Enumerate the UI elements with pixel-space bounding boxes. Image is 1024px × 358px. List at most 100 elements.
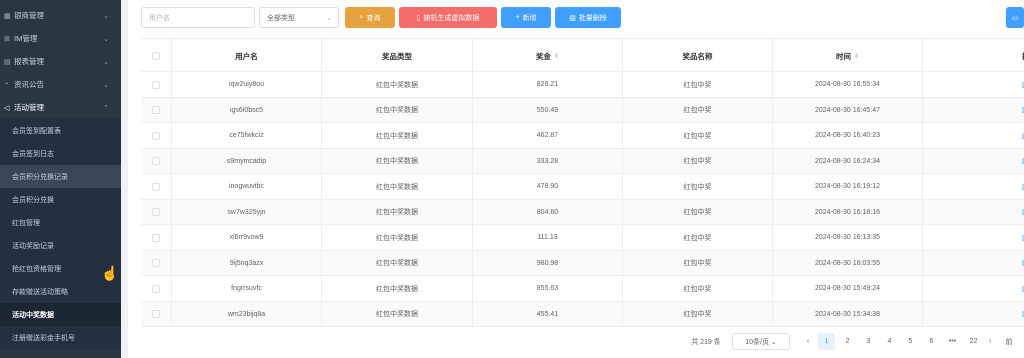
- page-number: •••: [948, 338, 957, 345]
- sort-icon[interactable]: ⇕: [854, 53, 859, 60]
- page-button[interactable]: 3: [860, 333, 877, 350]
- row-checkbox[interactable]: [152, 284, 160, 293]
- sidebar-subitem-redpacket[interactable]: 红包管理: [0, 211, 121, 234]
- amount-cell: 980.98: [473, 250, 623, 276]
- table-row: s9mymcadip 红包中奖数据 333.28 红包中奖 2024-08-30 16:…: [141, 148, 1024, 174]
- column-amount[interactable]: 奖金 ⇕: [473, 39, 623, 73]
- page-button[interactable]: 6: [923, 333, 940, 350]
- prev-page-button[interactable]: ‹: [802, 333, 814, 350]
- select-all-checkbox[interactable]: [152, 52, 160, 60]
- table-row: ce75fwkciz 红包中奖数据 462.87 红包中奖 2024-08-30 16:…: [141, 123, 1024, 149]
- row-checkbox-cell: [141, 148, 172, 174]
- prize-name-cell: 红包中奖: [623, 97, 773, 123]
- sidebar-subitem-signin-log[interactable]: 会员签到日志: [0, 142, 121, 165]
- prize-name-text: 红包中奖: [683, 209, 712, 216]
- actions-cell: ▥✎: [923, 149, 1024, 174]
- prize-name-text: 红包中奖: [683, 158, 712, 165]
- random-data-button[interactable]: ▯ 随机生成虚拟数据: [399, 7, 497, 28]
- amount-text: 828.21: [536, 81, 559, 88]
- time-cell: 2024-08-30 16:03:55: [773, 250, 923, 276]
- page-number: 5: [908, 338, 913, 345]
- actions-cell: ▥✎: [923, 123, 1024, 148]
- username-text: fngrrsuvfc: [231, 285, 262, 292]
- table-row: sw7w325yjn 红包中奖数据 804.60 红包中奖 2024-08-30 16:…: [141, 199, 1024, 225]
- row-checkbox-cell: [141, 276, 172, 301]
- row-checkbox[interactable]: [152, 233, 160, 242]
- prize-name-text: 红包中奖: [683, 107, 712, 114]
- prize-name-text: 红包中奖: [683, 311, 712, 318]
- page-button[interactable]: 1: [818, 333, 835, 350]
- row-checkbox[interactable]: [152, 208, 160, 216]
- prize-type-text: 红包中奖数据: [376, 158, 418, 165]
- row-checkbox[interactable]: [152, 80, 160, 89]
- sidebar: ▦ 银商管理 ⌄ ⊞ IM管理 ⌄ ▤ 报表管理 ⌄ ◔ 资讯公告 ⌄ ◁ 活动…: [0, 0, 121, 358]
- actions-cell: ▥✎: [923, 200, 1024, 225]
- page-size-select[interactable]: 10条/页 ⌄: [732, 333, 790, 350]
- sidebar-item-news[interactable]: ◔ 资讯公告 ⌄: [0, 73, 121, 96]
- page-size-value: 10条/页: [745, 338, 769, 346]
- sidebar-subitem-label: 红包管理: [12, 219, 40, 227]
- row-checkbox[interactable]: [152, 310, 160, 318]
- column-time[interactable]: 时间 ⇕: [773, 39, 923, 73]
- prize-type-text: 红包中奖数据: [376, 260, 418, 267]
- sidebar-subitem-label: 活动奖励记录: [12, 242, 54, 250]
- prize-name-cell: 红包中奖: [623, 250, 773, 276]
- row-checkbox-cell: [141, 174, 172, 199]
- sidebar-subitem-register-bonus-phone[interactable]: 注册赠送彩金手机号: [0, 326, 121, 349]
- row-checkbox[interactable]: [152, 259, 160, 267]
- prize-type-cell: 红包中奖数据: [322, 72, 473, 97]
- row-checkbox-cell: [141, 250, 172, 276]
- chevron-down-icon: ⌄: [103, 35, 109, 43]
- sort-icon[interactable]: ⇕: [554, 53, 559, 60]
- sidebar-subitem-points-exchange[interactable]: 会员积分兑换: [0, 188, 121, 211]
- page-ellipsis[interactable]: •••: [944, 333, 961, 350]
- time-cell: 2024-08-30 15:49:24: [773, 276, 923, 301]
- time-cell: 2024-08-30 16:40:23: [773, 123, 923, 148]
- username-text: 9ij5nq3azx: [229, 259, 264, 267]
- table-header: 用户名 奖品类型 奖金⇕ 奖品名称 时间⇕ 操作: [141, 38, 1024, 73]
- sidebar-subitem-deposit-strategy[interactable]: 存款赠送活动策略: [0, 280, 121, 303]
- amount-text: 550.49: [536, 106, 559, 114]
- column-label: 用户名: [235, 51, 258, 61]
- prize-name-cell: 红包中奖: [623, 148, 773, 174]
- row-checkbox[interactable]: [152, 157, 160, 165]
- table-row: igs6i0bsc5 红包中奖数据 550.49 红包中奖 2024-08-30 16:…: [141, 97, 1024, 123]
- username-text: xl6rr9vow9: [229, 234, 264, 241]
- add-button[interactable]: + 新增: [501, 7, 551, 28]
- add-label: 新增: [522, 14, 537, 22]
- prize-name-cell: 红包中奖: [623, 301, 773, 327]
- amount-cell: 455.41: [473, 301, 623, 327]
- sidebar-subitem-reward-record[interactable]: 活动奖励记录: [0, 234, 121, 257]
- bell-icon: ◔: [4, 81, 9, 88]
- batch-delete-button[interactable]: ▥ 批量删除: [555, 7, 621, 28]
- page-button[interactable]: 5: [902, 333, 919, 350]
- prize-name-text: 红包中奖: [683, 81, 712, 89]
- app: ▦ 银商管理 ⌄ ⊞ IM管理 ⌄ ▤ 报表管理 ⌄ ◔ 资讯公告 ⌄ ◁ 活动…: [0, 0, 1024, 358]
- time-text: 2024-08-30 16:18:16: [815, 208, 880, 216]
- prize-type-select[interactable]: 全部类型 ⌄: [259, 7, 339, 28]
- prize-name-text: 红包中奖: [683, 183, 712, 191]
- next-page-button[interactable]: ›: [984, 333, 996, 350]
- page-button[interactable]: 22: [965, 333, 982, 350]
- sidebar-subitem-signin-config[interactable]: 会员签到配置表: [0, 119, 121, 142]
- prize-type-value: 全部类型: [267, 14, 295, 22]
- sidebar-item-merchant[interactable]: ▦ 银商管理 ⌄: [0, 4, 121, 27]
- row-checkbox[interactable]: [152, 106, 160, 114]
- time-text: 2024-08-30 15:34:38: [815, 310, 880, 318]
- sidebar-item-im[interactable]: ⊞ IM管理 ⌄: [0, 27, 121, 50]
- prize-name-text: 红包中奖: [683, 260, 712, 267]
- prize-type-text: 红包中奖数据: [376, 107, 418, 114]
- sidebar-subitem-points-record[interactable]: 会员积分兑换记录: [0, 165, 121, 188]
- prize-type-cell: 红包中奖数据: [322, 123, 473, 148]
- sidebar-item-reports[interactable]: ▤ 报表管理 ⌄: [0, 50, 121, 73]
- query-button[interactable]: ⌕ 查询: [345, 7, 395, 28]
- pagination: 共 219 条 10条/页 ⌄ ‹ 1 2 3 4 5 6 ••• 22 › 前: [128, 333, 1024, 351]
- row-checkbox[interactable]: [152, 182, 160, 191]
- username-input[interactable]: 用户名: [141, 7, 255, 28]
- page-button[interactable]: 2: [839, 333, 856, 350]
- row-checkbox[interactable]: [152, 131, 160, 140]
- export-button[interactable]: ▭: [1006, 7, 1024, 28]
- sidebar-subitem-winning-data[interactable]: 活动中奖数据: [0, 303, 121, 326]
- sidebar-item-activity[interactable]: ◁ 活动管理 ⌃: [0, 96, 121, 119]
- page-button[interactable]: 4: [881, 333, 898, 350]
